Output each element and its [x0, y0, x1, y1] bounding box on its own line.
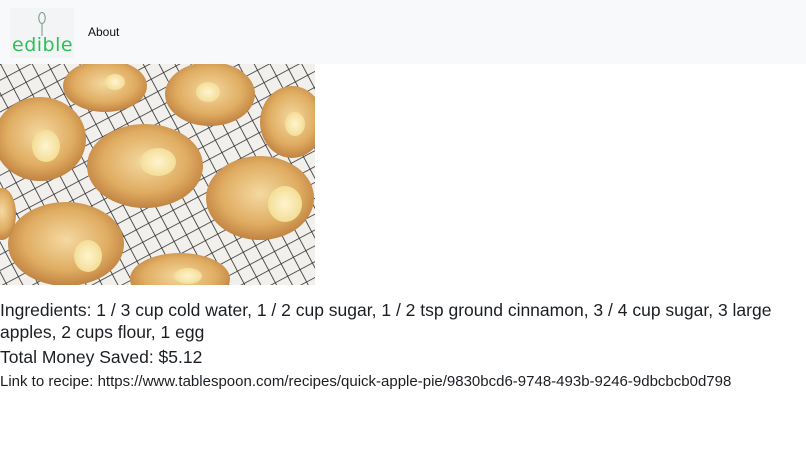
pastry-7: [8, 202, 124, 285]
ingredients-list: Ingredients: 1 / 3 cup cold water, 1 / 2…: [0, 300, 772, 342]
pastry-6: [206, 156, 314, 240]
pastry-5: [87, 124, 203, 208]
nav-link-about[interactable]: About: [88, 24, 119, 40]
recipe-link-label: Link to recipe:: [0, 373, 98, 390]
brand-logo[interactable]: edible: [10, 8, 74, 58]
navbar: edible About: [0, 0, 806, 64]
total-money-saved: Total Money Saved: $5.12: [0, 347, 203, 367]
brand-name: edible: [12, 34, 74, 56]
recipe-photo: [0, 64, 315, 285]
recipe-image: [0, 64, 315, 285]
recipe-link-url[interactable]: https://www.tablespoon.com/recipes/quick…: [98, 373, 732, 390]
pastry-2: [165, 64, 255, 126]
recipe-link-line: Link to recipe: https://www.tablespoon.c…: [0, 372, 731, 392]
